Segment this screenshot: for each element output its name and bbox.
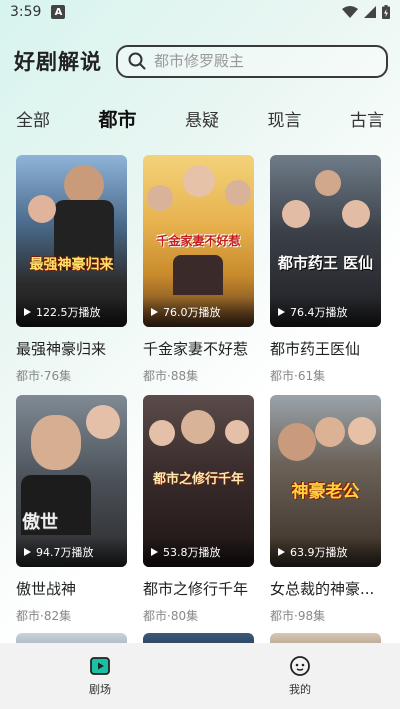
poster-figure-woman-right xyxy=(225,420,249,444)
nav-theater[interactable]: 剧场 xyxy=(60,655,140,697)
battery-icon xyxy=(382,5,390,19)
nav-mine[interactable]: 我的 xyxy=(260,655,340,697)
drama-card[interactable]: 神豪老公 63.9万播放 女总裁的神豪... 都市·98集 xyxy=(270,395,381,635)
drama-meta: 都市·76集 xyxy=(16,369,72,383)
poster-figure-woman-left xyxy=(149,420,175,446)
drama-title[interactable]: 傲世战神 xyxy=(16,578,127,599)
poster-title-text: 最强神豪归来 xyxy=(29,257,114,273)
play-count: 63.9万播放 xyxy=(270,537,381,567)
drama-card[interactable]: 傲世 94.7万播放 傲世战神 都市·82集 xyxy=(16,395,127,635)
play-count-text: 94.7万播放 xyxy=(36,546,94,559)
poster-title-text: 神豪老公 xyxy=(291,482,360,502)
drama-poster[interactable]: 神豪老公 63.9万播放 xyxy=(270,395,381,567)
category-tabs: 全部 都市 悬疑 现言 古言 xyxy=(0,98,400,138)
play-count: 94.7万播放 xyxy=(16,537,127,567)
play-icon xyxy=(24,548,31,556)
play-icon xyxy=(278,308,285,316)
app-title: 好剧解说 xyxy=(14,50,102,74)
status-bar: 3:59 A xyxy=(0,0,400,24)
play-count-text: 53.8万播放 xyxy=(163,546,221,559)
drama-title[interactable]: 最强神豪归来 xyxy=(16,338,127,359)
poster-figure-left xyxy=(147,185,173,211)
drama-poster[interactable]: 最强神豪归来 122.5万播放 xyxy=(16,155,127,327)
drama-card[interactable]: 都市药王 医仙 76.4万播放 都市药王医仙 都市·61集 xyxy=(270,155,381,395)
drama-meta: 都市·80集 xyxy=(143,609,199,623)
poster-figure-man-center xyxy=(315,417,345,447)
poster-figure-man xyxy=(31,415,81,470)
play-count: 53.8万播放 xyxy=(143,537,254,567)
drama-title[interactable]: 都市之修行千年 xyxy=(143,578,254,599)
nav-theater-label: 剧场 xyxy=(89,683,111,696)
drama-poster[interactable]: 都市之修行千年 53.8万播放 xyxy=(143,395,254,567)
poster-figure-woman xyxy=(86,405,120,439)
tab-urban[interactable]: 都市 xyxy=(98,105,136,132)
drama-meta: 都市·61集 xyxy=(270,369,326,383)
play-count-text: 122.5万播放 xyxy=(36,306,101,319)
poster-figure-woman xyxy=(183,165,215,197)
poster-figure-right xyxy=(225,180,251,206)
play-icon xyxy=(278,548,285,556)
play-icon xyxy=(24,308,31,316)
header: 好剧解说 xyxy=(0,24,400,98)
drama-card[interactable]: 最强神豪归来 122.5万播放 最强神豪归来 都市·76集 xyxy=(16,155,127,395)
drama-poster[interactable]: 都市药王 医仙 76.4万播放 xyxy=(270,155,381,327)
poster-figure-man xyxy=(64,165,104,205)
tab-modern-romance[interactable]: 现言 xyxy=(267,106,301,131)
play-icon xyxy=(151,548,158,556)
drama-title[interactable]: 都市药王医仙 xyxy=(270,338,381,359)
poster-figure-woman xyxy=(348,417,376,445)
drama-meta: 都市·88集 xyxy=(143,369,199,383)
signal-icon xyxy=(364,6,376,18)
play-count-text: 76.4万播放 xyxy=(290,306,348,319)
drama-title[interactable]: 千金家妻不好惹 xyxy=(143,338,254,359)
drama-meta: 都市·98集 xyxy=(270,609,326,623)
search-box[interactable] xyxy=(116,44,388,78)
poster-figure-right xyxy=(342,200,370,228)
status-time: 3:59 xyxy=(10,4,42,20)
poster-figure-man-left xyxy=(278,423,316,461)
drama-meta: 都市·82集 xyxy=(16,609,72,623)
poster-figure-left xyxy=(282,200,310,228)
poster-couple xyxy=(173,255,223,295)
drama-card[interactable]: 千金家妻不好惹 76.0万播放 千金家妻不好惹 都市·88集 xyxy=(143,155,254,395)
tab-mystery[interactable]: 悬疑 xyxy=(185,106,219,131)
play-count: 76.0万播放 xyxy=(143,297,254,327)
play-icon xyxy=(151,308,158,316)
play-count: 122.5万播放 xyxy=(16,297,127,327)
tab-all[interactable]: 全部 xyxy=(16,106,50,131)
search-icon xyxy=(128,52,146,70)
poster-title-text: 都市之修行千年 xyxy=(152,472,244,487)
poster-figure-woman xyxy=(28,195,56,223)
bottom-nav: 剧场 我的 xyxy=(0,643,400,709)
theater-play-icon xyxy=(90,657,110,675)
notification-a-icon: A xyxy=(51,5,66,19)
wifi-icon xyxy=(342,6,358,18)
poster-figure-center xyxy=(315,170,341,196)
poster-title-text: 傲世 xyxy=(22,512,58,533)
profile-face-icon xyxy=(290,656,310,676)
drama-card[interactable]: 都市之修行千年 53.8万播放 都市之修行千年 都市·80集 xyxy=(143,395,254,635)
poster-title-text: 千金家妻不好惹 xyxy=(156,234,241,248)
tab-historical-romance[interactable]: 古言 xyxy=(350,106,384,131)
search-input[interactable] xyxy=(154,52,376,70)
drama-poster[interactable]: 傲世 94.7万播放 xyxy=(16,395,127,567)
nav-mine-label: 我的 xyxy=(289,683,311,696)
poster-title-text: 都市药王 医仙 xyxy=(277,254,374,272)
play-count-text: 76.0万播放 xyxy=(163,306,221,319)
play-count: 76.4万播放 xyxy=(270,297,381,327)
play-count-text: 63.9万播放 xyxy=(290,546,348,559)
drama-grid: 最强神豪归来 122.5万播放 最强神豪归来 都市·76集 千金家妻不好惹 76… xyxy=(0,155,400,653)
poster-figure-man xyxy=(181,410,215,444)
drama-title[interactable]: 女总裁的神豪... xyxy=(270,578,381,599)
drama-poster[interactable]: 千金家妻不好惹 76.0万播放 xyxy=(143,155,254,327)
